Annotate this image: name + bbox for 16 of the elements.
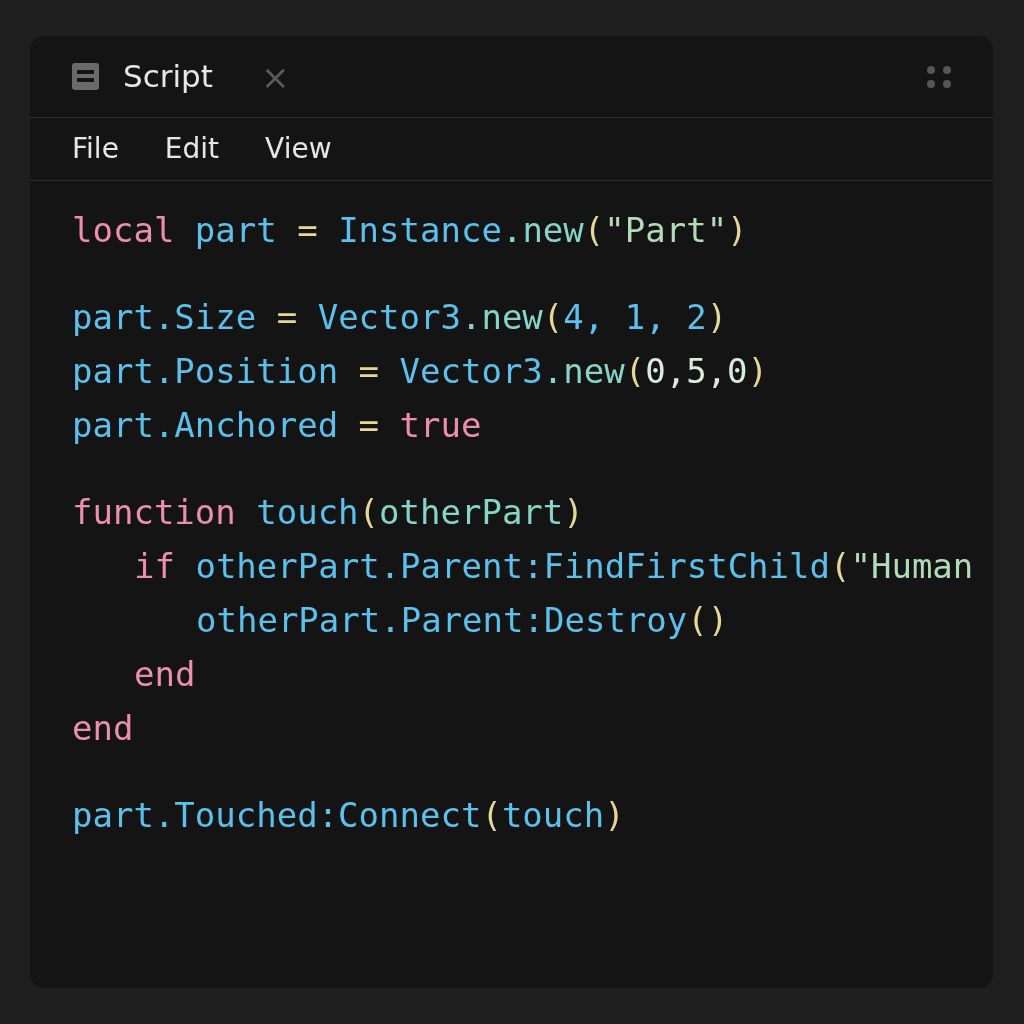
- code-line: part.Anchored = true: [72, 404, 482, 447]
- code-line: function touch(otherPart): [72, 491, 584, 534]
- code-line: part.Size = Vector3.new(4, 1, 2): [72, 296, 728, 339]
- code-line: end: [134, 653, 196, 696]
- drag-handle-icon[interactable]: [927, 65, 951, 88]
- document-icon: [72, 63, 99, 90]
- menu-item[interactable]: Edit: [164, 128, 220, 170]
- code-line: part.Position = Vector3.new(0,5,0): [72, 350, 769, 393]
- window-title: Script: [123, 57, 213, 97]
- menu-item[interactable]: File: [72, 128, 119, 170]
- code-line: part.Touched:Connect(touch): [72, 794, 625, 837]
- menu-item[interactable]: View: [265, 128, 332, 170]
- code-line: if otherPart.Parent:FindFirstChild("Human: [134, 545, 974, 588]
- code-line: end: [72, 707, 134, 750]
- code-line: local part = Instance.new("Part"): [72, 209, 748, 252]
- code-line: otherPart.Parent:Destroy(): [196, 599, 729, 642]
